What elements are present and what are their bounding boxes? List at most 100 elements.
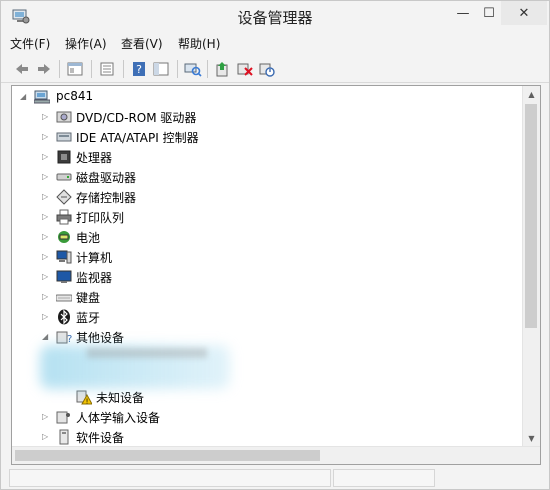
dvd-drive-icon [56, 109, 72, 125]
tree-node-label: 软件设备 [76, 431, 125, 445]
device-tree[interactable]: ◢ pc841 ▷ DVD/CD-ROM 驱动器 ▷ IDE ATA/ATAPI 控制… [11, 85, 541, 465]
collapse-arrow-icon[interactable]: ◢ [42, 332, 50, 342]
tree-node-label: DVD/CD-ROM 驱动器 [76, 111, 197, 125]
hid-icon [56, 409, 72, 425]
other-devices-icon: ? [56, 329, 72, 345]
tree-node[interactable]: ◢? 其他设备 [12, 327, 522, 347]
tree-node-label: 监视器 [76, 271, 113, 285]
tree-node[interactable]: ▷ DVD/CD-ROM 驱动器 [12, 107, 522, 127]
expand-arrow-icon[interactable]: ▷ [42, 432, 50, 442]
toolbar: ? [1, 56, 549, 83]
processor-icon [56, 149, 72, 165]
status-cell [333, 469, 435, 487]
tree-node-label: 其他设备 [76, 331, 125, 345]
tree-node[interactable]: ▷ 打印队列 [12, 207, 522, 227]
tree-node[interactable]: ▷ 处理器 [12, 147, 522, 167]
tree-node[interactable]: ▷ 磁盘驱动器 [12, 167, 522, 187]
show-hide-icon[interactable] [151, 59, 171, 79]
device-manager-window: 设备管理器 — ☐ ✕ 文件(F) 操作(A) 查看(V) 帮助(H) ? ◢ [0, 0, 550, 490]
vertical-scroll-thumb[interactable] [525, 104, 537, 328]
tree-node-label: 打印队列 [76, 211, 125, 225]
horizontal-scrollbar[interactable] [12, 446, 540, 464]
keyboard-icon [55, 289, 73, 305]
menu-bar: 文件(F) 操作(A) 查看(V) 帮助(H) [1, 33, 549, 53]
software-device-icon [56, 429, 72, 445]
storage-controller-icon [56, 189, 72, 205]
tree-node[interactable]: ▷ 蓝牙 [12, 307, 522, 327]
computer-root-icon [33, 89, 51, 105]
expand-arrow-icon[interactable]: ▷ [42, 172, 50, 182]
expand-arrow-icon[interactable]: ▷ [42, 212, 50, 222]
tree-node[interactable]: ▷ 监视器 [12, 267, 522, 287]
expand-arrow-icon[interactable]: ▷ [42, 192, 50, 202]
help-icon[interactable]: ? [129, 59, 149, 79]
uninstall-icon[interactable] [235, 59, 255, 79]
menu-help[interactable]: 帮助(H) [178, 35, 220, 52]
svg-text:?: ? [67, 334, 72, 345]
redacted-text [87, 348, 207, 358]
tree-node-label: 存储控制器 [76, 191, 137, 205]
printer-icon [56, 209, 72, 225]
horizontal-scroll-thumb[interactable] [15, 450, 320, 461]
unknown-device-warning-icon: ! [76, 389, 93, 406]
tree-node[interactable]: ! 未知设备 [12, 387, 522, 407]
tree-node[interactable]: ▷ 计算机 [12, 247, 522, 267]
title-bar: 设备管理器 — ☐ ✕ [1, 1, 549, 31]
collapse-arrow-icon[interactable]: ◢ [20, 92, 28, 102]
expand-arrow-icon[interactable]: ▷ [42, 252, 50, 262]
tree-node-label: 计算机 [76, 251, 113, 265]
view-icon[interactable] [97, 59, 117, 79]
tree-node-label: 磁盘驱动器 [76, 171, 137, 185]
expand-arrow-icon[interactable]: ▷ [42, 152, 50, 162]
maximize-icon: ☐ [483, 5, 495, 21]
tree-node[interactable]: ▷ 电池 [12, 227, 522, 247]
scroll-up-icon[interactable]: ▲ [523, 86, 540, 103]
tree-node[interactable]: ▷ IDE ATA/ATAPI 控制器 [12, 127, 522, 147]
minimize-button[interactable]: — [449, 1, 477, 25]
expand-arrow-icon[interactable]: ▷ [42, 232, 50, 242]
monitor-icon [56, 269, 72, 285]
back-icon[interactable] [12, 59, 32, 79]
menu-file[interactable]: 文件(F) [10, 35, 50, 52]
update-driver-icon[interactable] [213, 59, 233, 79]
tree-node-label: 未知设备 [96, 391, 145, 405]
tree-node-label: 人体学输入设备 [76, 411, 161, 425]
close-button[interactable]: ✕ [501, 1, 547, 25]
tree-node-label: 蓝牙 [76, 311, 101, 325]
forward-icon[interactable] [34, 59, 54, 79]
vertical-scrollbar[interactable]: ▲ ▼ [522, 86, 540, 447]
disable-icon[interactable] [257, 59, 277, 79]
tree-node-label: 处理器 [76, 151, 113, 165]
tree-node-label: IDE ATA/ATAPI 控制器 [76, 131, 199, 145]
menu-action[interactable]: 操作(A) [65, 35, 107, 52]
tree-node[interactable]: ▷ 软件设备 [12, 427, 522, 447]
expand-arrow-icon[interactable]: ▷ [42, 292, 50, 302]
battery-icon [56, 229, 72, 245]
ide-controller-icon [56, 129, 72, 145]
expand-arrow-icon[interactable]: ▷ [42, 312, 50, 322]
tree-node[interactable]: ▷ 键盘 [12, 287, 522, 307]
svg-text:!: ! [86, 398, 89, 406]
tree-node-label: 电池 [76, 231, 101, 245]
tree-root[interactable]: ◢ pc841 [12, 87, 522, 107]
tree-node[interactable]: ▷ 人体学输入设备 [12, 407, 522, 427]
tree-root-label: pc841 [56, 89, 94, 103]
scan-hardware-icon[interactable] [183, 59, 203, 79]
computer-icon [56, 249, 72, 265]
bluetooth-icon [56, 309, 72, 325]
minimize-icon: — [456, 5, 470, 21]
menu-view[interactable]: 查看(V) [121, 35, 163, 52]
expand-arrow-icon[interactable]: ▷ [42, 132, 50, 142]
expand-arrow-icon[interactable]: ▷ [42, 272, 50, 282]
expand-arrow-icon[interactable]: ▷ [42, 112, 50, 122]
status-bar [1, 467, 549, 489]
properties-icon[interactable] [65, 59, 85, 79]
maximize-button[interactable]: ☐ [475, 1, 503, 25]
tree-node-label: 键盘 [76, 291, 101, 305]
svg-text:?: ? [136, 63, 142, 76]
status-cell [9, 469, 331, 487]
scroll-down-icon[interactable]: ▼ [523, 430, 540, 447]
tree-node[interactable]: ▷ 存储控制器 [12, 187, 522, 207]
close-icon: ✕ [518, 5, 530, 21]
expand-arrow-icon[interactable]: ▷ [42, 412, 50, 422]
